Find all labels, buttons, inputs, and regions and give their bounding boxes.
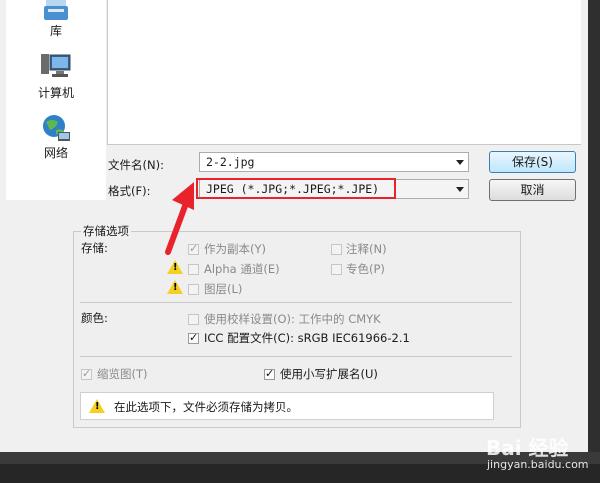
annotation-arrow-icon [165, 182, 194, 255]
place-library-label: 库 [49, 24, 62, 38]
filename-value: 2-2.jpg [206, 155, 255, 169]
warning-icon [167, 260, 183, 274]
library-icon [40, 0, 72, 22]
annotations-label: 注释(N) [346, 242, 387, 256]
save-as-dialog: 库 计算机 网络 文件名(N): 2-2.jpg 格式(F): JPEG (*.… [0, 0, 588, 452]
store-label: 存储: [81, 241, 108, 255]
places-sidebar: 库 计算机 网络 [6, 0, 106, 200]
window-right-edge [588, 0, 600, 483]
thumbnail-label: 缩览图(T) [97, 367, 148, 381]
save-button[interactable]: 保存(S) [489, 151, 576, 173]
cancel-button[interactable]: 取消 [489, 179, 576, 201]
spot-checkbox[interactable] [331, 264, 342, 275]
watermark-brand: Bai 经验 [486, 436, 569, 460]
icc-profile-checkbox[interactable] [188, 331, 199, 344]
color-label: 颜色: [81, 311, 108, 325]
icc-profile-label: ICC 配置文件(C): sRGB IEC61966-2.1 [204, 331, 410, 345]
warning-icon [89, 399, 105, 413]
computer-icon [40, 52, 72, 84]
place-network[interactable]: 网络 [6, 112, 106, 161]
notice-text: 在此选项下，文件必须存储为拷贝。 [114, 400, 298, 414]
divider [80, 356, 512, 357]
place-computer[interactable]: 计算机 [6, 52, 106, 101]
notice-box: 在此选项下，文件必须存储为拷贝。 [80, 392, 494, 420]
thumbnail-checkbox[interactable] [81, 367, 92, 380]
format-highlight-box [196, 178, 396, 199]
chevron-down-icon[interactable] [456, 187, 464, 192]
proof-setup-checkbox[interactable] [188, 314, 199, 325]
divider [80, 302, 512, 303]
lowercase-ext-checkbox[interactable] [264, 367, 275, 380]
lowercase-ext-label: 使用小写扩展名(U) [280, 367, 378, 381]
save-options-title: 存储选项 [81, 223, 131, 239]
as-copy-label: 作为副本(Y) [204, 242, 266, 256]
file-list-area[interactable] [107, 0, 581, 145]
watermark-url: jingyan.baidu.com [487, 458, 589, 471]
layers-label: 图层(L) [204, 282, 243, 296]
alpha-label: Alpha 通道(E) [204, 262, 280, 276]
filename-label: 文件名(N): [108, 158, 164, 172]
network-icon [40, 112, 72, 144]
place-computer-label: 计算机 [37, 86, 74, 100]
place-network-label: 网络 [43, 146, 68, 160]
spot-label: 专色(P) [346, 262, 385, 276]
proof-setup-label: 使用校样设置(O): 工作中的 CMYK [204, 312, 381, 326]
alpha-checkbox[interactable] [188, 264, 199, 275]
place-library[interactable]: 库 [6, 0, 106, 39]
warning-icon [167, 280, 183, 294]
chevron-down-icon[interactable] [456, 160, 464, 165]
layers-checkbox[interactable] [188, 284, 199, 295]
filename-combobox[interactable]: 2-2.jpg [199, 152, 469, 172]
format-label: 格式(F): [108, 184, 151, 198]
annotations-checkbox[interactable] [331, 244, 342, 255]
